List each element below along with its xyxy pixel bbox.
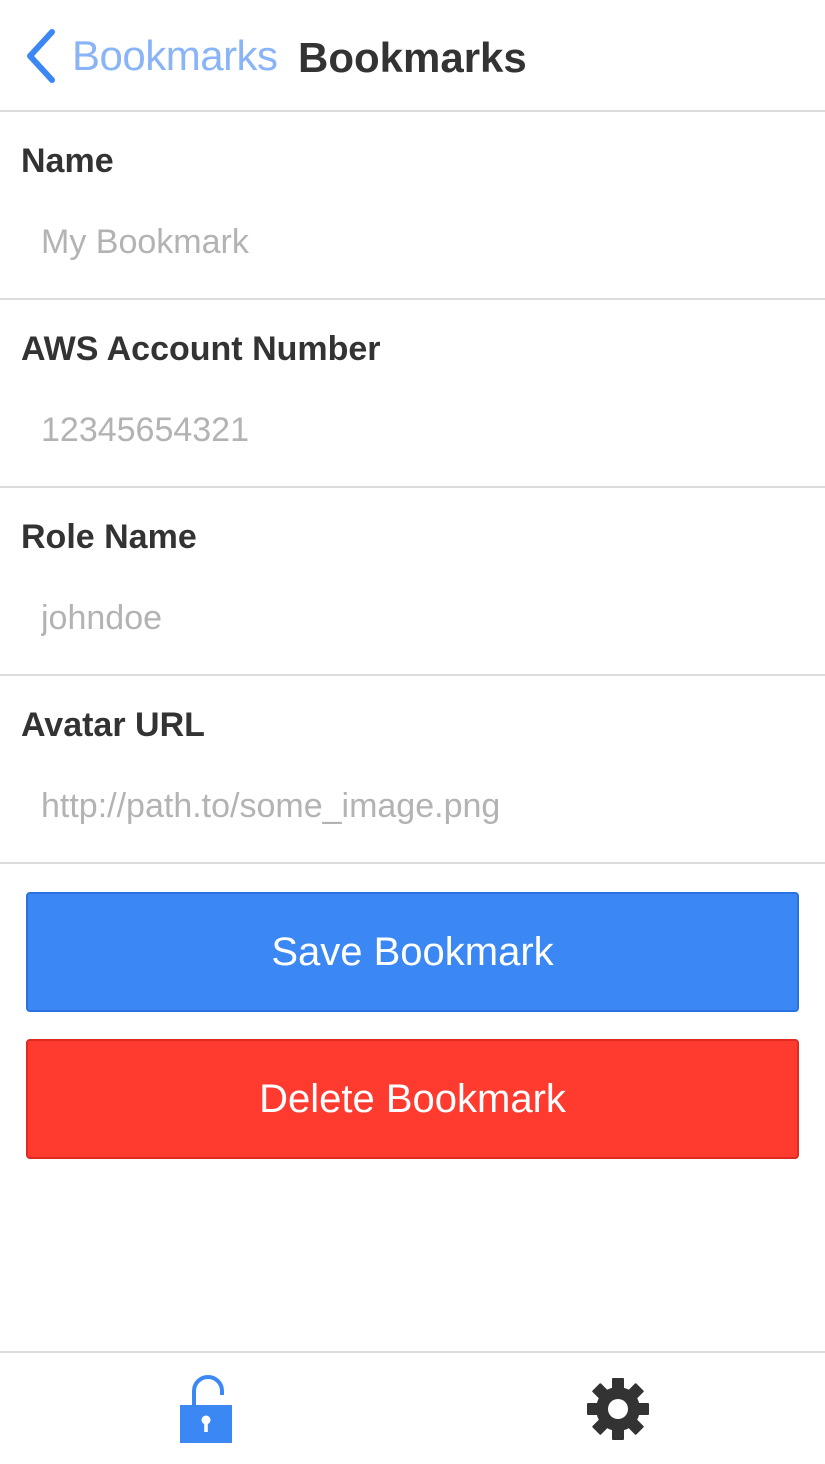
role-name-input[interactable] xyxy=(22,588,802,648)
role-name-field: Role Name xyxy=(0,488,825,676)
avatar-url-field: Avatar URL xyxy=(0,676,825,864)
name-field: Name xyxy=(0,112,825,300)
avatar-url-label: Avatar URL xyxy=(21,706,205,744)
back-label: Bookmarks xyxy=(72,32,278,79)
chevron-left-icon xyxy=(24,28,58,84)
avatar-url-input[interactable] xyxy=(22,776,802,836)
name-label: Name xyxy=(21,142,114,180)
delete-bookmark-button[interactable]: Delete Bookmark xyxy=(26,1039,799,1159)
page-title: Bookmarks xyxy=(298,34,527,81)
aws-account-number-label: AWS Account Number xyxy=(21,330,381,368)
save-bookmark-button[interactable]: Save Bookmark xyxy=(26,892,799,1012)
aws-account-number-input[interactable] xyxy=(22,400,802,460)
tab-bar xyxy=(0,1351,825,1464)
name-input[interactable] xyxy=(22,212,802,272)
tab-unlock[interactable] xyxy=(0,1353,412,1464)
gear-icon xyxy=(585,1376,651,1442)
unlock-icon xyxy=(178,1373,234,1445)
tab-settings[interactable] xyxy=(412,1353,824,1464)
aws-account-number-field: AWS Account Number xyxy=(0,300,825,488)
navigation-bar: Bookmarks Bookmarks xyxy=(0,0,825,112)
back-button[interactable]: Bookmarks xyxy=(24,26,278,86)
role-name-label: Role Name xyxy=(21,518,197,556)
